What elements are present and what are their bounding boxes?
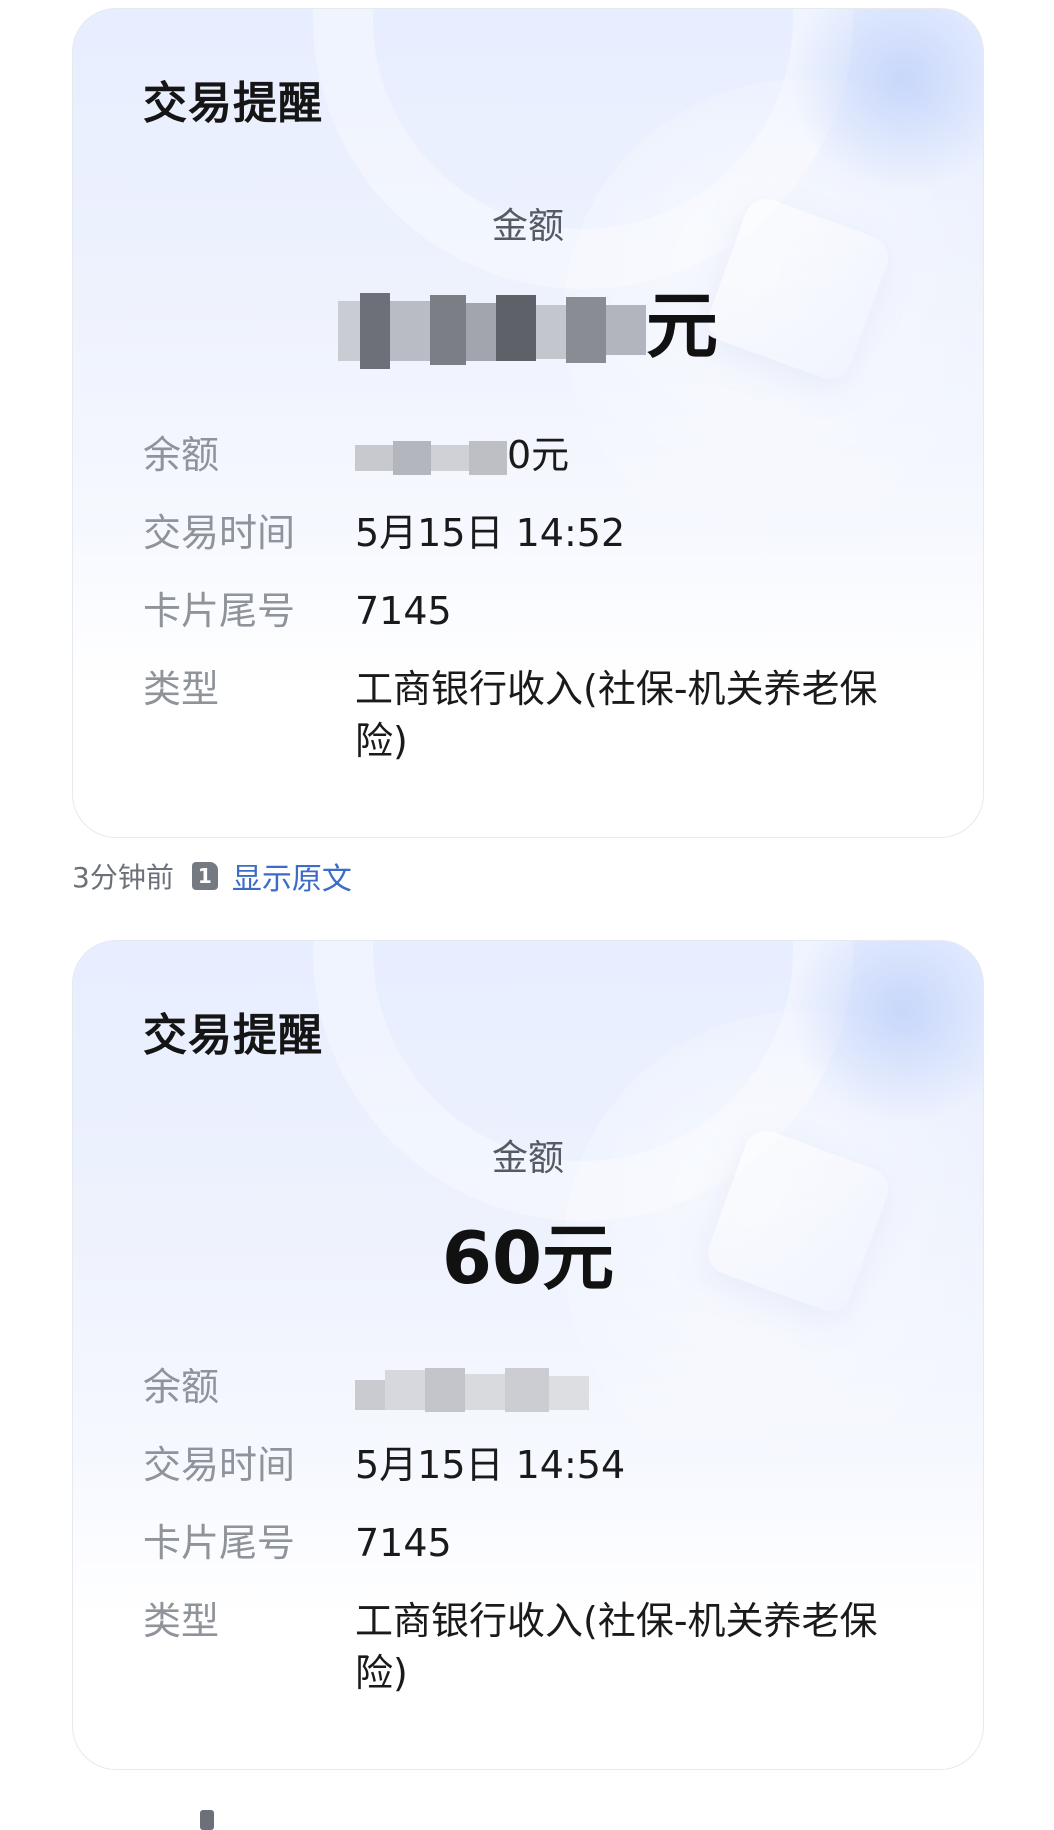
sim-card-1-icon: 1 [191, 862, 218, 890]
transaction-details: 余额 交易时间 5月15日 14:54 卡片尾号 7145 类型 工商银行收入(… [143, 1361, 923, 1725]
balance-value [355, 1361, 923, 1413]
balance-suffix: 0元 [507, 433, 570, 477]
balance-row: 余额 0元 [143, 429, 923, 481]
balance-label: 余额 [143, 1365, 220, 1409]
type-label: 类型 [143, 1599, 220, 1643]
sms-message-list: 交易提醒 金额 元 余额 0元 交易时间 5月15日 14:52 卡片尾号 71… [0, 0, 1054, 1830]
message-time-ago: 3分钟前 [72, 861, 174, 894]
show-original-link[interactable]: 显示原文 [232, 854, 352, 898]
redacted-amount-mask [337, 291, 646, 371]
transaction-time-row: 交易时间 5月15日 14:54 [143, 1439, 923, 1491]
amount-label: 金额 [491, 206, 564, 247]
type-value: 工商银行收入(社保-机关养老保险) [355, 667, 878, 763]
card-number-row: 卡片尾号 7145 [143, 1517, 923, 1569]
type-row: 类型 工商银行收入(社保-机关养老保险) [143, 663, 923, 767]
amount-value: 60元 [441, 1216, 615, 1300]
amount-value: 元 [73, 267, 983, 372]
transaction-details: 余额 0元 交易时间 5月15日 14:52 卡片尾号 7145 类型 工商银行… [143, 429, 923, 793]
card-number-value: 7145 [355, 589, 452, 633]
card-title: 交易提醒 [143, 78, 323, 129]
card-number-value: 7145 [355, 1521, 452, 1565]
transaction-time-label: 交易时间 [143, 1443, 296, 1487]
type-value: 工商银行收入(社保-机关养老保险) [355, 1599, 878, 1695]
transaction-time-value: 5月15日 14:52 [355, 511, 626, 555]
type-row: 类型 工商银行收入(社保-机关养老保险) [143, 1595, 923, 1699]
card-number-label: 卡片尾号 [143, 589, 296, 633]
card-number-row: 卡片尾号 7145 [143, 585, 923, 637]
transaction-alert-card[interactable]: 交易提醒 金额 元 余额 0元 交易时间 5月15日 14:52 卡片尾号 71… [72, 8, 984, 838]
redacted-balance-mask [355, 1367, 589, 1412]
card-title: 交易提醒 [143, 1010, 323, 1061]
balance-label: 余额 [143, 433, 220, 477]
transaction-time-row: 交易时间 5月15日 14:52 [143, 507, 923, 559]
balance-row: 余额 [143, 1361, 923, 1413]
balance-value: 0元 [355, 429, 923, 481]
transaction-time-value: 5月15日 14:54 [355, 1443, 626, 1487]
card-number-label: 卡片尾号 [143, 1521, 296, 1565]
transaction-alert-card[interactable]: 交易提醒 金额 60元 余额 交易时间 5月15日 14:54 卡片尾号 714… [72, 940, 984, 1770]
type-label: 类型 [143, 667, 220, 711]
transaction-time-label: 交易时间 [143, 511, 296, 555]
amount-label: 金额 [491, 1138, 564, 1179]
sim-card-icon-partial [200, 1810, 214, 1830]
redacted-balance-mask [355, 440, 507, 475]
message-meta: 3分钟前 1 显示原文 [72, 854, 352, 898]
amount-currency: 元 [645, 284, 718, 368]
